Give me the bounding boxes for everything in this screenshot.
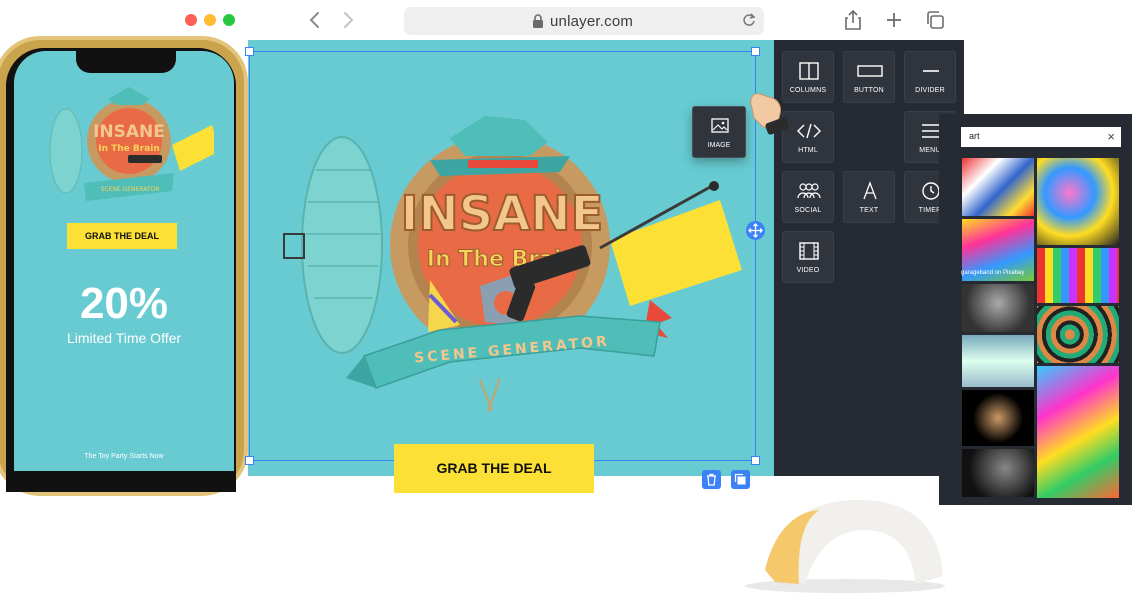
image-credit: garageband on Pixabay (961, 270, 1025, 276)
move-handle[interactable] (746, 221, 765, 240)
tool-divider[interactable]: DIVIDER (904, 51, 956, 103)
phone-discount: 20% (79, 279, 169, 328)
image-result[interactable] (1037, 306, 1119, 363)
chevron-right-icon (344, 12, 354, 28)
divider-icon (923, 70, 939, 72)
plus-icon[interactable] (883, 9, 905, 31)
phone-footer-text: The Toy Party Starts Now (84, 453, 164, 460)
device-stand (745, 499, 945, 593)
phone-hero-ribbon: SCENE GENERATOR (101, 186, 160, 193)
image-search-input[interactable]: art × (961, 127, 1121, 147)
lock-icon (533, 14, 543, 28)
image-result[interactable] (1037, 248, 1119, 303)
image-result[interactable] (962, 158, 1034, 216)
move-icon (748, 223, 763, 238)
chevron-left-icon (309, 12, 319, 28)
close-icon[interactable]: × (1107, 129, 1115, 144)
tool-text[interactable]: TEXT (843, 171, 895, 223)
button-icon (857, 65, 883, 77)
close-window-button[interactable] (185, 14, 197, 26)
social-icon (797, 183, 821, 199)
tool-label: BUTTON (854, 87, 884, 94)
back-button[interactable] (305, 10, 325, 30)
resize-handle-top-left[interactable] (245, 47, 254, 56)
image-result[interactable] (962, 390, 1034, 446)
resize-handle-bottom-right[interactable] (751, 456, 760, 465)
tabs-icon[interactable] (924, 9, 946, 31)
phone-hero-image: INSANE In The Brain SCENE GENERATOR (49, 87, 214, 201)
zoom-window-button[interactable] (223, 14, 235, 26)
code-icon (797, 123, 821, 139)
tool-social[interactable]: SOCIAL (782, 171, 834, 223)
share-icon[interactable] (842, 9, 864, 31)
phone-cta-button[interactable]: GRAB THE DEAL (67, 223, 177, 249)
phone-notch (76, 51, 176, 73)
image-result[interactable] (962, 284, 1034, 332)
phone-hero-title: INSANE (93, 122, 165, 142)
phone-hero-subtitle: In The Brain (98, 144, 160, 154)
duplicate-block-button[interactable] (731, 470, 750, 489)
search-query: art (969, 131, 980, 141)
phone-screen: INSANE In The Brain SCENE GENERATOR GRAB… (14, 51, 234, 471)
tool-button[interactable]: BUTTON (843, 51, 895, 103)
image-result[interactable] (962, 335, 1034, 387)
duplicate-icon (734, 473, 746, 485)
hand-cursor-icon (750, 93, 789, 135)
dragging-image-tool[interactable]: IMAGE (692, 106, 746, 158)
minimize-window-button[interactable] (204, 14, 216, 26)
columns-icon (799, 62, 819, 80)
tool-video[interactable]: VIDEO (782, 231, 834, 283)
selected-block-outline (249, 51, 756, 461)
tool-label: VIDEO (796, 267, 820, 274)
address-bar[interactable]: unlayer.com (404, 7, 764, 35)
image-icon (711, 118, 729, 133)
tool-label: TEXT (859, 207, 879, 214)
trash-icon (707, 473, 716, 486)
image-result[interactable] (962, 449, 1034, 497)
film-icon (799, 242, 819, 260)
reload-icon[interactable] (742, 12, 756, 28)
forward-button[interactable] (338, 10, 358, 30)
delete-block-button[interactable] (702, 470, 721, 489)
resize-handle-bottom-left[interactable] (245, 456, 254, 465)
text-icon (863, 181, 877, 200)
app-root: unlayer.com INSANE In The Brain SCENE GE… (0, 0, 1132, 595)
phone-offer-text: Limited Time Offer (66, 330, 182, 346)
tool-label: SOCIAL (794, 207, 822, 214)
resize-handle-top-right[interactable] (751, 47, 760, 56)
tool-label: IMAGE (707, 142, 731, 149)
tool-label: DIVIDER (915, 87, 945, 94)
tool-label: COLUMNS (789, 87, 827, 94)
tool-label: HTML (798, 147, 818, 154)
cta-button[interactable]: GRAB THE DEAL (394, 444, 594, 493)
url-text: unlayer.com (550, 13, 634, 30)
image-result[interactable] (1037, 158, 1119, 245)
image-result[interactable] (1037, 366, 1119, 498)
